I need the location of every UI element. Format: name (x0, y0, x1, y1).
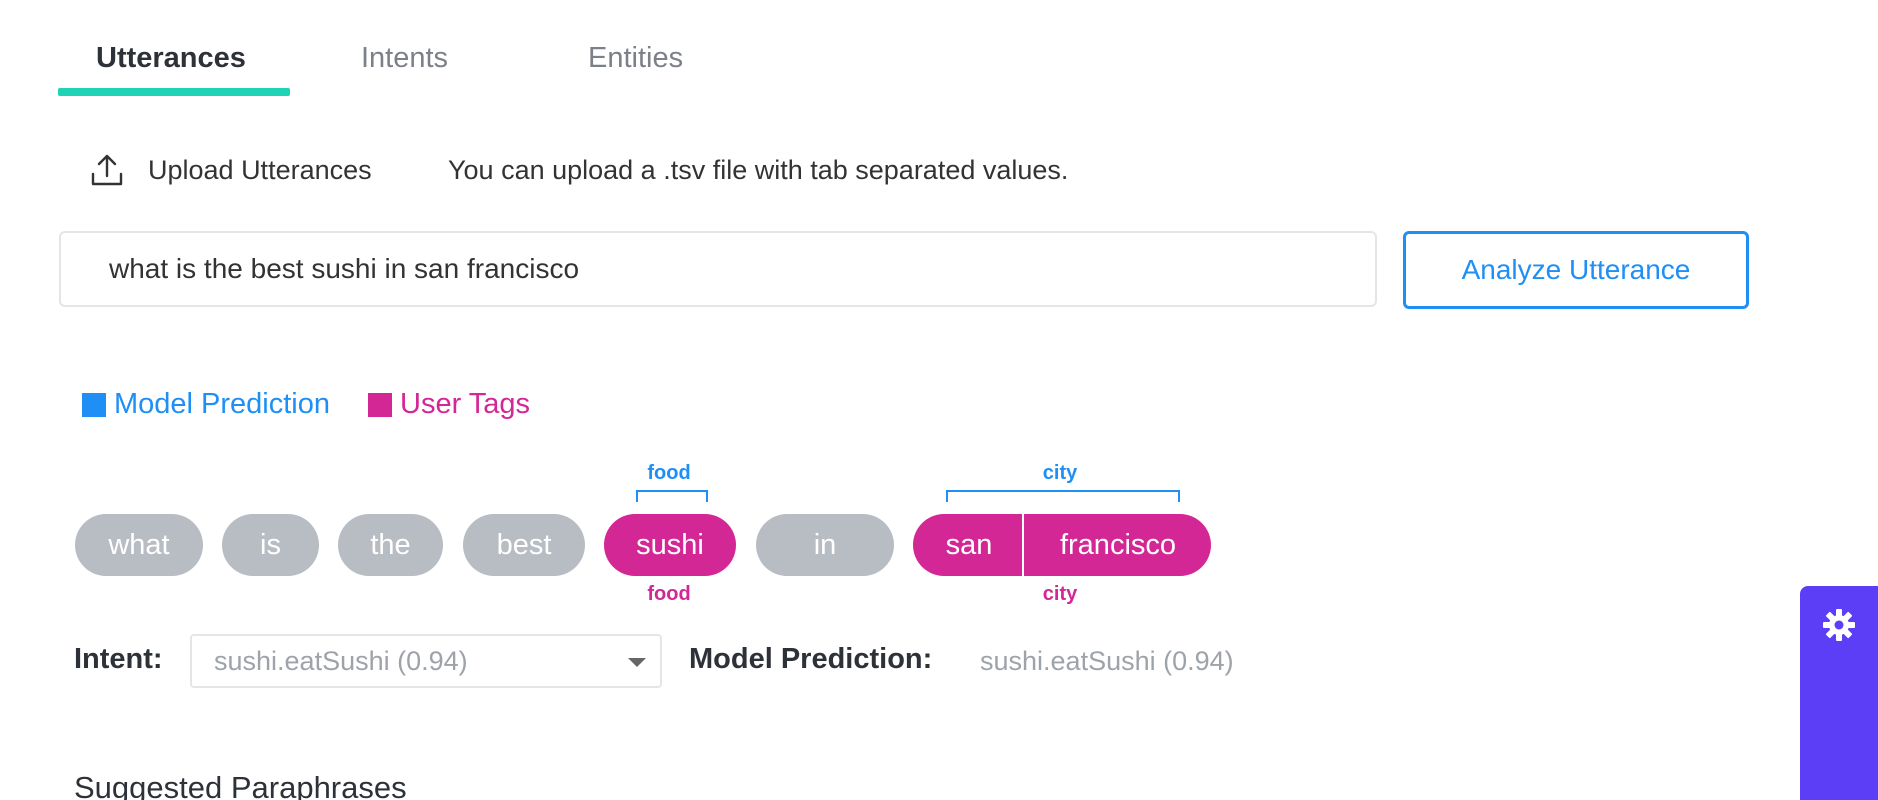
utterance-input[interactable] (59, 231, 1377, 307)
user-tags-swatch (368, 392, 392, 417)
legend: Model Prediction User Tags (82, 388, 568, 421)
model-entity-bracket-city (946, 490, 1180, 502)
model-prediction-label: Model Prediction: (689, 643, 933, 675)
legend-user-tags: User Tags (368, 388, 530, 421)
intent-selected-value: sushi.eatSushi (0.94) (214, 645, 468, 676)
model-prediction-value: sushi.eatSushi (0.94) (980, 646, 1234, 676)
token-the[interactable]: the (338, 514, 443, 576)
token-what[interactable]: what (75, 514, 203, 576)
chevron-down-icon (628, 658, 646, 667)
active-tab-indicator (58, 88, 290, 96)
legend-user-tags-label: User Tags (400, 388, 531, 420)
token-split-divider (1022, 514, 1024, 576)
legend-model-prediction: Model Prediction (82, 388, 330, 421)
token-area: food city what is the best sushi in san … (0, 460, 1300, 610)
token-sushi[interactable]: sushi (604, 514, 736, 576)
upload-icon (91, 154, 123, 186)
model-entity-label-city: city (1042, 462, 1078, 484)
page: Utterances Intents Entities Upload Utter… (0, 0, 1878, 800)
token-in[interactable]: in (756, 514, 894, 576)
token-francisco[interactable]: francisco (1025, 514, 1211, 576)
suggested-paraphrases-heading: Suggested Paraphrases (74, 770, 407, 800)
user-tag-label-food: food (647, 583, 691, 605)
upload-utterances-label: Upload Utterances (148, 154, 372, 185)
user-tag-label-city: city (1042, 583, 1078, 605)
token-best[interactable]: best (463, 514, 585, 576)
model-entity-label-food: food (647, 462, 691, 484)
settings-side-panel[interactable] (1800, 586, 1878, 800)
tab-utterances[interactable]: Utterances (96, 42, 246, 75)
upload-hint-text: You can upload a .tsv file with tab sepa… (448, 155, 1069, 185)
upload-utterances-button[interactable]: Upload Utterances (90, 148, 372, 192)
token-is[interactable]: is (222, 514, 319, 576)
analyze-utterance-button[interactable]: Analyze Utterance (1403, 231, 1749, 309)
intent-label: Intent: (74, 643, 163, 675)
tab-entities[interactable]: Entities (588, 42, 683, 75)
tab-intents[interactable]: Intents (361, 42, 448, 75)
token-san[interactable]: san (913, 514, 1025, 576)
intent-select[interactable]: sushi.eatSushi (0.94) (190, 634, 662, 688)
model-prediction-swatch (82, 392, 106, 417)
model-entity-bracket-food (636, 490, 708, 502)
legend-model-prediction-label: Model Prediction (114, 388, 330, 420)
gear-icon[interactable] (1822, 608, 1856, 642)
